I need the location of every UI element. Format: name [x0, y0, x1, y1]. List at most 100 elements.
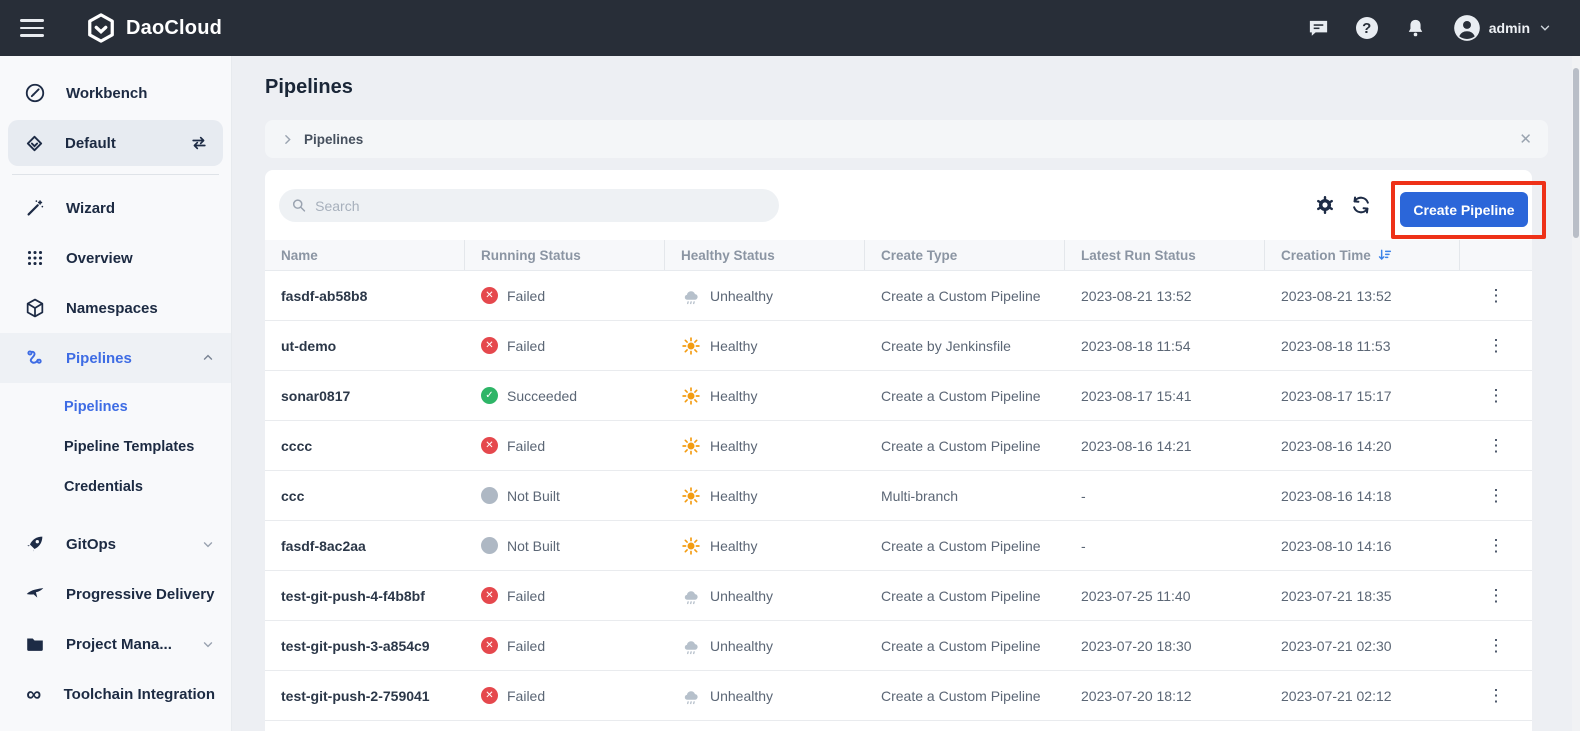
table-row[interactable]: ut-demo ✕ Failed Healthy Create by Jenki…	[265, 321, 1532, 371]
create-type-cell: Create a Custom Pipeline	[881, 537, 1041, 554]
table-row[interactable]: ccc Not Built Healthy Multi-branch - 202…	[265, 471, 1532, 521]
healthy-status-icon	[681, 486, 701, 506]
sidebar-item-gitops[interactable]: GitOps	[0, 519, 231, 569]
table-row[interactable]: test-git-push-4-f4b8bf ✕ Failed Unhealth…	[265, 571, 1532, 621]
column-header-running-status[interactable]: Running Status	[465, 240, 665, 270]
submenu-item-pipelines[interactable]: Pipelines	[0, 387, 231, 427]
sort-descending-icon[interactable]	[1377, 247, 1393, 263]
column-header-creation-time[interactable]: Creation Time	[1265, 240, 1460, 270]
kebab-menu-icon[interactable]: ⋮	[1480, 383, 1513, 408]
healthy-status-icon	[681, 386, 701, 406]
chevron-down-icon	[203, 642, 213, 648]
pipeline-name-cell[interactable]: sonar0817	[265, 371, 465, 420]
column-header-actions	[1460, 240, 1532, 270]
kebab-menu-icon[interactable]: ⋮	[1480, 283, 1513, 308]
sidebar: Workbench Default Wizard Overview Namesp…	[0, 56, 232, 731]
column-header-name[interactable]: Name	[265, 240, 465, 270]
sidebar-item-workbench[interactable]: Workbench	[0, 68, 231, 118]
help-icon[interactable]: ?	[1355, 17, 1378, 39]
sidebar-workspace-default[interactable]: Default	[8, 120, 223, 166]
create-type-cell: Create a Custom Pipeline	[881, 387, 1041, 404]
kebab-menu-icon[interactable]: ⋮	[1480, 433, 1513, 458]
pipeline-name-cell[interactable]: test-git-push-4-f4b8bf	[265, 571, 465, 620]
sidebar-item-pipelines[interactable]: Pipelines	[0, 333, 231, 383]
latest-run-status-cell: 2023-08-18 11:54	[1081, 337, 1191, 354]
healthy-status-icon	[681, 586, 701, 606]
column-header-latest-run-status[interactable]: Latest Run Status	[1065, 240, 1265, 270]
pipeline-name-cell[interactable]: test-git-push-2-759041	[265, 671, 465, 720]
search-box	[279, 189, 779, 222]
table-row[interactable]: cccc ✕ Failed Healthy Create a Custom Pi…	[265, 421, 1532, 471]
pipeline-name-cell[interactable]: fasdf-ab58b8	[265, 271, 465, 320]
healthy-status-cell: Healthy	[665, 321, 865, 370]
refresh-icon[interactable]	[1347, 191, 1375, 219]
healthy-status-cell: Unhealthy	[665, 271, 865, 320]
brand-logo: DaoCloud	[86, 13, 222, 43]
hamburger-menu-icon[interactable]	[20, 17, 48, 39]
pipeline-name-cell[interactable]: ut-demo	[265, 321, 465, 370]
sidebar-item-wizard[interactable]: Wizard	[0, 183, 231, 233]
kebab-menu-icon[interactable]: ⋮	[1480, 683, 1513, 708]
row-actions-cell: ⋮	[1460, 421, 1532, 470]
healthy-status-icon	[681, 686, 701, 706]
creation-time-cell: 2023-08-16 14:20	[1281, 437, 1392, 454]
submenu-item-pipeline-templates[interactable]: Pipeline Templates	[0, 427, 231, 467]
healthy-status-cell: Healthy	[665, 471, 865, 520]
sidebar-item-namespaces[interactable]: Namespaces	[0, 283, 231, 333]
sidebar-divider	[12, 174, 219, 175]
table-row[interactable]: test-git-push-2-759041 ✕ Failed Unhealth…	[265, 671, 1532, 721]
page-scrollbar[interactable]	[1572, 56, 1580, 731]
notifications-bell-icon[interactable]	[1404, 17, 1427, 40]
page-title: Pipelines	[265, 76, 353, 98]
running-status-cell: Not Built	[465, 471, 665, 520]
latest-run-status-cell: -	[1081, 487, 1086, 504]
pipeline-name-cell[interactable]: fasdf-8ac2aa	[265, 521, 465, 570]
sidebar-item-label: Overview	[66, 249, 133, 267]
running-status-cell: ✕ Failed	[465, 621, 665, 670]
workspace-icon	[26, 135, 43, 151]
running-status-cell: ✕ Failed	[465, 421, 665, 470]
chevron-down-icon	[203, 542, 213, 548]
kebab-menu-icon[interactable]: ⋮	[1480, 533, 1513, 558]
switch-workspace-icon[interactable]	[189, 133, 209, 153]
sidebar-item-overview[interactable]: Overview	[0, 233, 231, 283]
table-row[interactable]: sonar0817 ✓ Succeeded Healthy Create a C…	[265, 371, 1532, 421]
pipeline-name-cell[interactable]: cccc	[265, 421, 465, 470]
kebab-menu-icon[interactable]: ⋮	[1480, 583, 1513, 608]
table-row[interactable]: fasdf-8ac2aa Not Built Healthy Create a …	[265, 521, 1532, 571]
column-header-healthy-status[interactable]: Healthy Status	[665, 240, 865, 270]
running-status-icon: ✓	[481, 387, 498, 404]
search-input[interactable]	[315, 197, 767, 214]
scrollbar-thumb[interactable]	[1573, 68, 1579, 238]
pipeline-name-cell[interactable]: test-git-push-3-a854c9	[265, 621, 465, 670]
settings-gear-icon[interactable]	[1311, 191, 1339, 219]
messages-icon[interactable]	[1307, 17, 1330, 40]
submenu-item-credentials[interactable]: Credentials	[0, 467, 231, 507]
search-icon	[292, 199, 306, 212]
user-menu[interactable]: admin	[1453, 14, 1552, 42]
row-actions-cell: ⋮	[1460, 621, 1532, 670]
sidebar-item-label: GitOps	[66, 535, 117, 553]
table-row[interactable]: fasdf-ab58b8 ✕ Failed Unhealthy Create a…	[265, 271, 1532, 321]
sidebar-item-toolchain-integration[interactable]: ∞ Toolchain Integration	[0, 669, 231, 719]
pipeline-name-cell[interactable]: ccc	[265, 471, 465, 520]
healthy-status-cell: Unhealthy	[665, 671, 865, 720]
table-row[interactable]: test-git-push-3-a854c9 ✕ Failed Unhealth…	[265, 621, 1532, 671]
kebab-menu-icon[interactable]: ⋮	[1480, 483, 1513, 508]
create-pipeline-button[interactable]: Create Pipeline	[1400, 192, 1528, 227]
create-type-cell: Create a Custom Pipeline	[881, 687, 1041, 704]
kebab-menu-icon[interactable]: ⋮	[1480, 333, 1513, 358]
sidebar-item-label: Workbench	[66, 84, 148, 102]
kebab-menu-icon[interactable]: ⋮	[1480, 633, 1513, 658]
running-status-cell: ✕ Failed	[465, 321, 665, 370]
close-icon[interactable]: ✕	[1519, 130, 1532, 148]
sidebar-item-progressive-delivery[interactable]: Progressive Delivery	[0, 569, 231, 619]
healthy-status-icon	[681, 636, 701, 656]
sidebar-item-project-management[interactable]: Project Mana...	[0, 619, 231, 669]
column-header-create-type[interactable]: Create Type	[865, 240, 1065, 270]
creation-time-cell: 2023-07-21 18:35	[1281, 587, 1392, 604]
create-type-cell: Create by Jenkinsfile	[881, 337, 1011, 354]
wizard-icon	[27, 200, 44, 216]
running-status-icon: ✕	[481, 437, 498, 454]
create-type-cell: Create a Custom Pipeline	[881, 587, 1041, 604]
